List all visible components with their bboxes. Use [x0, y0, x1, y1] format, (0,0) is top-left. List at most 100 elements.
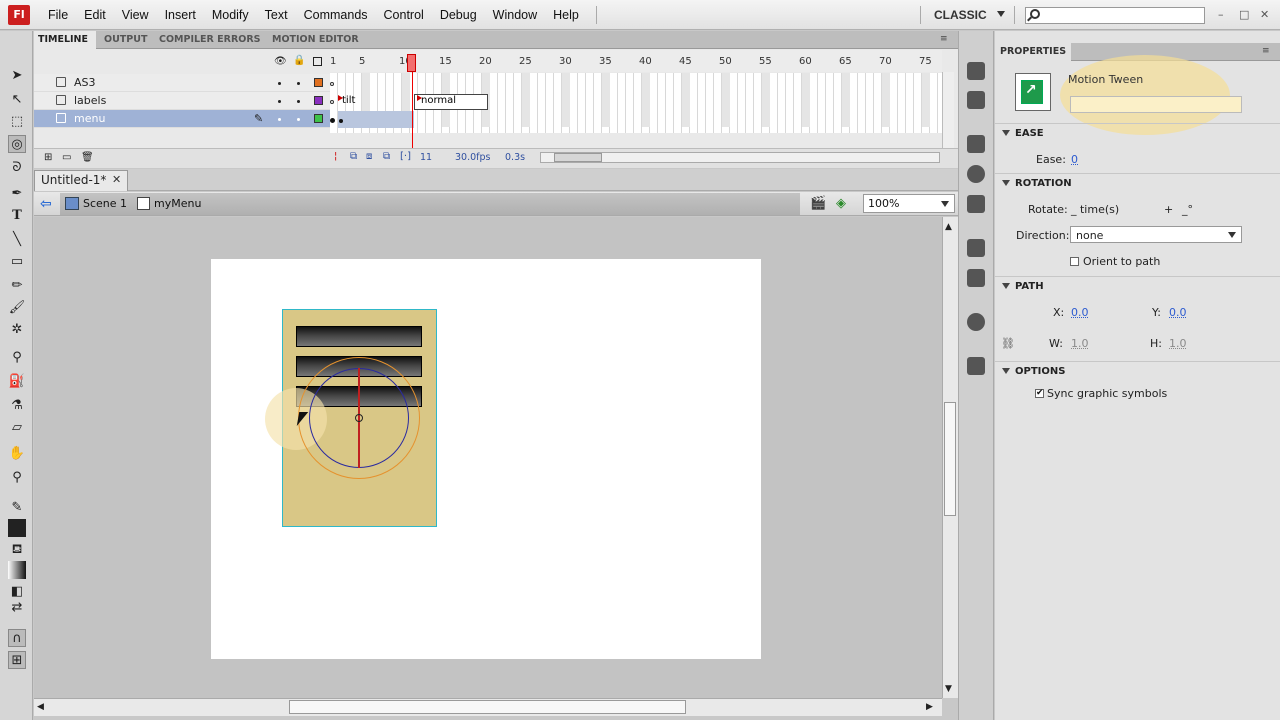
layer-color-swatch[interactable] — [314, 96, 323, 105]
orient-to-path-checkbox[interactable] — [1070, 257, 1079, 266]
onion-skin-icon[interactable]: ⧉ — [350, 151, 357, 162]
free-transform-tool-icon[interactable]: ⬚ — [8, 113, 26, 131]
search-input[interactable] — [1025, 7, 1205, 24]
hand-tool-icon[interactable]: ✋ — [8, 445, 26, 463]
tab-output[interactable]: OUTPUT — [100, 31, 151, 49]
path-w-value[interactable]: 1.0 — [1071, 337, 1089, 350]
scroll-thumb[interactable] — [554, 153, 602, 162]
lasso-tool-icon[interactable]: ᘐ — [8, 159, 26, 177]
edit-multiple-frames-icon[interactable]: ⧉ — [383, 151, 390, 162]
onion-outline-icon[interactable]: ⧈ — [366, 151, 372, 162]
delete-icon[interactable]: 🗑 — [81, 152, 94, 163]
frame-label-tilt[interactable]: tilt — [342, 95, 355, 106]
current-frame[interactable]: 11 — [420, 152, 432, 163]
align-panel-icon[interactable] — [967, 135, 985, 153]
path-h-value[interactable]: 1.0 — [1169, 337, 1187, 350]
fill-color-icon[interactable]: ⛾ — [8, 541, 26, 559]
selection-tool-icon[interactable]: ➤ — [8, 67, 26, 85]
menu-debug[interactable]: Debug — [432, 0, 485, 30]
direction-value[interactable]: none — [1076, 229, 1103, 242]
section-ease[interactable]: EASE — [995, 123, 1280, 143]
chevron-down-icon[interactable] — [997, 11, 1005, 17]
layer-color-swatch[interactable] — [314, 114, 323, 123]
tab-timeline[interactable]: TIMELINE — [34, 31, 96, 49]
breadcrumb-symbol[interactable]: myMenu — [154, 197, 201, 210]
swap-colors-icon[interactable]: ⇄ — [8, 599, 26, 617]
document-tab-label[interactable]: Untitled-1* — [41, 173, 106, 187]
link-icon[interactable]: ⛓ — [1001, 337, 1015, 350]
menu-modify[interactable]: Modify — [204, 0, 257, 30]
tab-compiler-errors[interactable]: COMPILER ERRORS — [155, 31, 265, 49]
layer-row[interactable]: AS3 — [34, 74, 330, 92]
edit-symbols-icon[interactable]: ◈ — [836, 196, 852, 211]
code-snippets-icon[interactable] — [967, 357, 985, 375]
deco-tool-icon[interactable]: ✲ — [8, 321, 26, 339]
path-y-value[interactable]: 0.0 — [1169, 306, 1187, 319]
eraser-tool-icon[interactable]: ▱ — [8, 419, 26, 437]
menu-commands[interactable]: Commands — [296, 0, 376, 30]
scroll-thumb[interactable] — [289, 700, 686, 714]
menu-window[interactable]: Window — [485, 0, 545, 30]
fill-swatch[interactable] — [8, 561, 26, 579]
tween-span[interactable] — [338, 111, 414, 128]
keyframe[interactable] — [330, 118, 335, 123]
frame-label-normal[interactable]: normal — [421, 95, 456, 106]
chevron-down-icon[interactable] — [1002, 368, 1010, 374]
motion-presets-icon[interactable] — [967, 313, 985, 331]
subselection-tool-icon[interactable]: ↖ — [8, 91, 26, 109]
workspace-switcher[interactable]: CLASSIC — [934, 0, 987, 30]
path-x-value[interactable]: 0.0 — [1071, 306, 1089, 319]
instance-name-field[interactable] — [1070, 96, 1242, 113]
layer-row[interactable]: labels — [34, 92, 330, 110]
eyedropper-tool-icon[interactable]: ⚗ — [8, 397, 26, 415]
color-panel-icon[interactable] — [967, 62, 985, 80]
rectangle-tool-icon[interactable]: ▭ — [8, 253, 26, 271]
stroke-swatch[interactable] — [8, 519, 26, 537]
back-arrow-icon[interactable]: ⇦ — [40, 197, 54, 211]
registration-point[interactable] — [355, 414, 363, 422]
center-frame-icon[interactable]: ¦ — [334, 151, 337, 162]
zoom-tool-icon[interactable]: ⚲ — [8, 469, 26, 487]
bone-tool-icon[interactable]: ⚲ — [8, 349, 26, 367]
menu-file[interactable]: File — [40, 0, 76, 30]
maximize-button[interactable]: □ — [1239, 8, 1249, 21]
outline-icon[interactable] — [313, 57, 322, 66]
menu-insert[interactable]: Insert — [157, 0, 204, 30]
scroll-down-icon[interactable]: ▼ — [945, 684, 952, 694]
edit-scene-icon[interactable]: 🎬 — [810, 196, 826, 211]
stroke-color-icon[interactable]: ✎ — [8, 499, 26, 517]
timeline-vertical-scrollbar[interactable] — [942, 72, 954, 148]
close-icon[interactable]: ✕ — [112, 173, 121, 186]
transform-panel-icon[interactable] — [967, 195, 985, 213]
menu-text[interactable]: Text — [257, 0, 296, 30]
rotate-times[interactable]: _ time(s) — [1071, 203, 1119, 216]
ease-value[interactable]: 0 — [1071, 153, 1078, 166]
sync-graphic-label[interactable]: Sync graphic symbols — [1047, 387, 1167, 400]
option-icon[interactable]: ⊞ — [8, 651, 26, 669]
eye-icon[interactable]: 👁 — [274, 56, 287, 67]
menu-view[interactable]: View — [114, 0, 157, 30]
components-panel-icon[interactable] — [967, 239, 985, 257]
orient-to-path-label[interactable]: Orient to path — [1083, 255, 1160, 268]
keyframe[interactable] — [330, 100, 334, 104]
menu-edit[interactable]: Edit — [76, 0, 114, 30]
section-path[interactable]: PATH — [995, 276, 1280, 296]
breadcrumb-scene[interactable]: Scene 1 — [83, 197, 127, 210]
paint-bucket-tool-icon[interactable]: ⛽ — [8, 373, 26, 391]
3d-rotation-tool-icon[interactable]: ◎ — [8, 135, 26, 153]
scroll-left-icon[interactable]: ◀ — [37, 702, 44, 712]
lock-icon[interactable]: 🔒 — [293, 55, 305, 66]
swatches-panel-icon[interactable] — [967, 91, 985, 109]
chevron-down-icon[interactable] — [941, 201, 949, 207]
pen-tool-icon[interactable]: ✒ — [8, 185, 26, 203]
close-button[interactable]: ✕ — [1260, 8, 1269, 21]
line-tool-icon[interactable]: ╲ — [8, 231, 26, 249]
text-tool-icon[interactable]: T — [8, 207, 26, 225]
layer-row-selected[interactable]: menu ✎ — [34, 110, 330, 128]
brush-tool-icon[interactable]: 🖌 — [8, 299, 26, 317]
frame-rate[interactable]: 30.0fps — [455, 152, 490, 163]
tab-motion-editor[interactable]: MOTION EDITOR — [268, 31, 363, 49]
chevron-down-icon[interactable] — [1002, 283, 1010, 289]
pencil-tool-icon[interactable]: ✏ — [8, 277, 26, 295]
new-layer-icon[interactable]: ⊞ — [44, 152, 52, 163]
